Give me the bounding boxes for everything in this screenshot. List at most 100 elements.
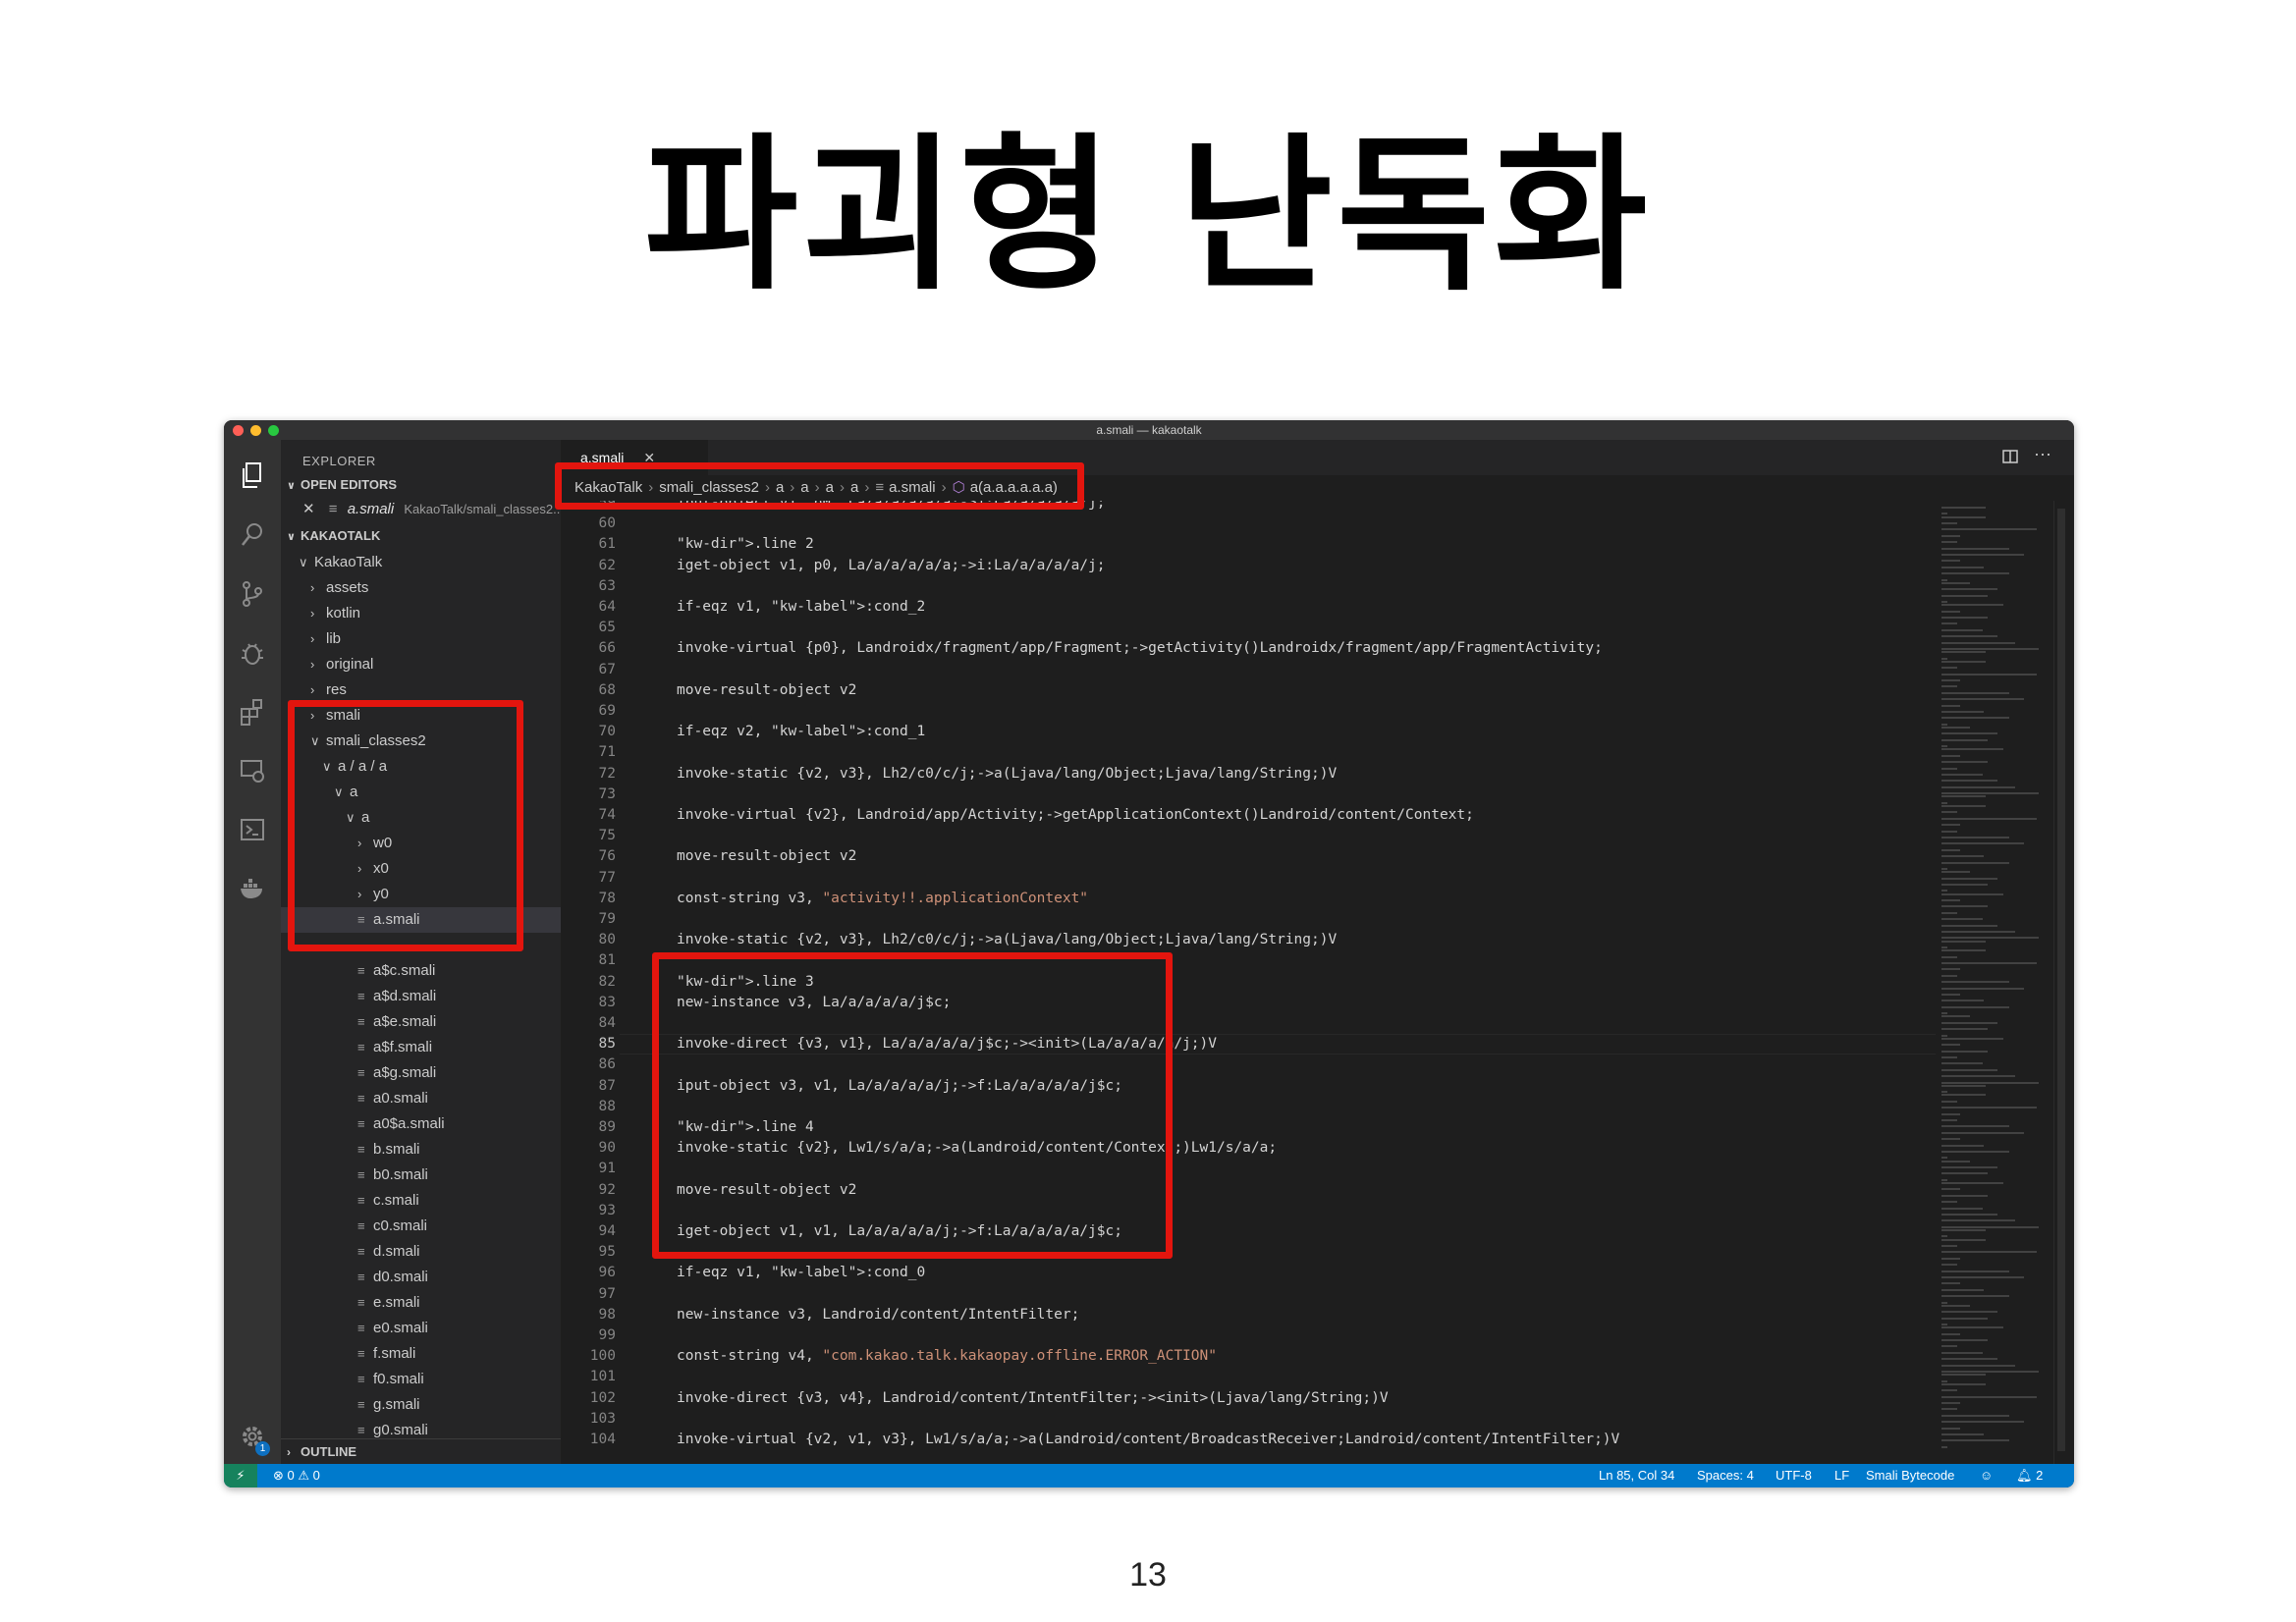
code-line[interactable]: 71 [561,742,1936,763]
code-line[interactable]: 65 [561,618,1936,638]
minimap-line [1941,1433,1985,1435]
extensions-icon[interactable] [238,697,267,727]
minimap-line [1941,905,1988,908]
code-line[interactable]: 75 [561,826,1936,846]
code-line[interactable]: 66 invoke-virtual {p0}, Landroidx/fragmen… [561,638,1936,659]
debug-icon[interactable] [238,638,267,668]
split-editor-icon[interactable] [2001,448,2019,470]
code-line[interactable]: 100 const-string v4, "com.kakao.talk.kaka… [561,1346,1936,1367]
tree-item[interactable]: ≡ e0.smali [281,1316,561,1341]
code-line[interactable]: 73 [561,784,1936,805]
eol-setting[interactable]: LF [1834,1464,1849,1487]
feedback-icon[interactable]: ☺ [1980,1464,1993,1487]
code-line[interactable]: 63 [561,576,1936,597]
vertical-scrollbar[interactable] [2053,501,2074,1464]
tree-item[interactable]: ≡ a$c.smali [281,958,561,984]
line-number: 84 [598,1015,616,1031]
remote-indicator-icon[interactable]: ⚡ [224,1464,257,1487]
tree-item[interactable]: › kotlin [281,601,561,626]
code-line[interactable]: 69 [561,701,1936,722]
code-line[interactable]: 96 if-eqz v1, "kw-label">:cond_0 [561,1263,1936,1283]
code-line[interactable]: 97 [561,1284,1936,1305]
notifications-indicator[interactable]: 🔔︎ 2 [2016,1464,2043,1487]
tree-item[interactable]: ≡ b0.smali [281,1162,561,1188]
tree-item[interactable]: ∨ KakaoTalk [281,550,561,575]
minimap-line [1941,581,1970,584]
code-line[interactable]: 72 invoke-static {v2, v3}, Lh2/c0/c/j;->a… [561,764,1936,784]
minimap[interactable] [1936,501,2053,1464]
minimap-line [1941,1245,1958,1247]
minimap-line [1941,1374,1986,1377]
tree-item[interactable]: ≡ e.smali [281,1290,561,1316]
tree-item[interactable]: ≡ c0.smali [281,1214,561,1239]
tree-item[interactable]: ≡ a0$a.smali [281,1111,561,1137]
tree-item[interactable]: ≡ a$d.smali [281,984,561,1009]
tree-item[interactable]: ≡ a$g.smali [281,1060,561,1086]
more-actions-icon[interactable]: ··· [2034,444,2051,464]
code-line[interactable]: 79 [561,909,1936,930]
minimap-line [1941,830,1958,833]
outline-header[interactable]: › OUTLINE [281,1438,561,1464]
tree-item[interactable]: ≡ c.smali [281,1188,561,1214]
language-mode[interactable]: Smali Bytecode [1866,1464,1954,1487]
files-icon[interactable] [238,461,267,491]
code-line[interactable]: 78 const-string v3, "activity!!.applicati… [561,889,1936,909]
project-header[interactable]: ∨ KAKAOTALK [281,524,561,548]
cursor-position[interactable]: Ln 85, Col 34 [1599,1464,1674,1487]
code-line[interactable]: 74 invoke-virtual {v2}, Landroid/app/Acti… [561,805,1936,826]
file-lines-icon: ≡ [357,1218,365,1233]
docker-icon[interactable] [238,874,267,903]
code-line[interactable]: 77 [561,868,1936,889]
tree-item[interactable]: ≡ f0.smali [281,1367,561,1392]
terminal-icon[interactable] [238,815,267,844]
encoding-setting[interactable]: UTF-8 [1776,1464,1812,1487]
minimize-window-button[interactable] [250,425,261,436]
code-line[interactable]: 64 if-eqz v1, "kw-label">:cond_2 [561,597,1936,618]
tree-item[interactable]: ≡ d.smali [281,1239,561,1265]
minimap-line [1941,1301,1948,1304]
problems-indicator[interactable]: ⊗ 0 ⚠ 0 [273,1464,320,1487]
code-line[interactable]: 62 iget-object v1, p0, La/a/a/a/a/a;->i:L… [561,556,1936,576]
code-line[interactable]: 61 "kw-dir">.line 2 [561,534,1936,555]
code-line[interactable]: 68 move-result-object v2 [561,680,1936,701]
tree-item[interactable]: ≡ a0.smali [281,1086,561,1111]
code-line[interactable]: 98 new-instance v3, Landroid/content/Inte… [561,1305,1936,1325]
minimap-line [1941,1172,1988,1175]
code-line[interactable]: 80 invoke-static {v2, v3}, Lh2/c0/c/j;->a… [561,930,1936,950]
code-line[interactable]: 67 [561,660,1936,680]
code-line[interactable]: 60 [561,514,1936,534]
close-icon[interactable]: ✕ [302,501,315,517]
tree-item[interactable]: › original [281,652,561,677]
tree-item[interactable]: ≡ b.smali [281,1137,561,1162]
tree-item-label: g0.smali [373,1422,428,1438]
code-line[interactable]: 99 [561,1325,1936,1346]
open-editors-header[interactable]: ∨ OPEN EDITORS [281,473,561,497]
minimap-line [1941,1207,1984,1210]
tree-item[interactable]: ≡ d0.smali [281,1265,561,1290]
search-icon[interactable] [238,520,267,550]
line-number: 73 [598,785,616,802]
code-line[interactable]: 76 move-result-object v2 [561,846,1936,867]
tree-item[interactable]: ≡ f.smali [281,1341,561,1367]
tree-item[interactable]: ≡ g.smali [281,1392,561,1418]
source-control-icon[interactable] [238,579,267,609]
zoom-window-button[interactable] [268,425,279,436]
minimap-line [1941,1112,1960,1115]
tree-item[interactable]: ≡ a$e.smali [281,1009,561,1035]
code-line[interactable]: 104 invoke-virtual {v2, v1, v3}, Lw1/s/a/… [561,1430,1936,1450]
tree-item[interactable]: › assets [281,575,561,601]
minimap-line [1941,824,1960,827]
tree-item[interactable]: ≡ a$f.smali [281,1035,561,1060]
minimap-line [1941,1015,1970,1018]
open-editor-item[interactable]: ✕ ≡ a.smali KakaoTalk/smali_classes2... [281,497,561,522]
tree-item-label: a$g.smali [373,1064,437,1081]
remote-explorer-icon[interactable] [238,756,267,785]
indentation-setting[interactable]: Spaces: 4 [1697,1464,1754,1487]
code-line[interactable]: 70 if-eqz v2, "kw-label">:cond_1 [561,722,1936,742]
tree-item-label: c.smali [373,1192,419,1209]
close-window-button[interactable] [233,425,244,436]
code-line[interactable]: 101 [561,1367,1936,1387]
tree-item[interactable]: › lib [281,626,561,652]
code-line[interactable]: 102 invoke-direct {v3, v4}, Landroid/cont… [561,1388,1936,1409]
code-line[interactable]: 103 [561,1409,1936,1430]
